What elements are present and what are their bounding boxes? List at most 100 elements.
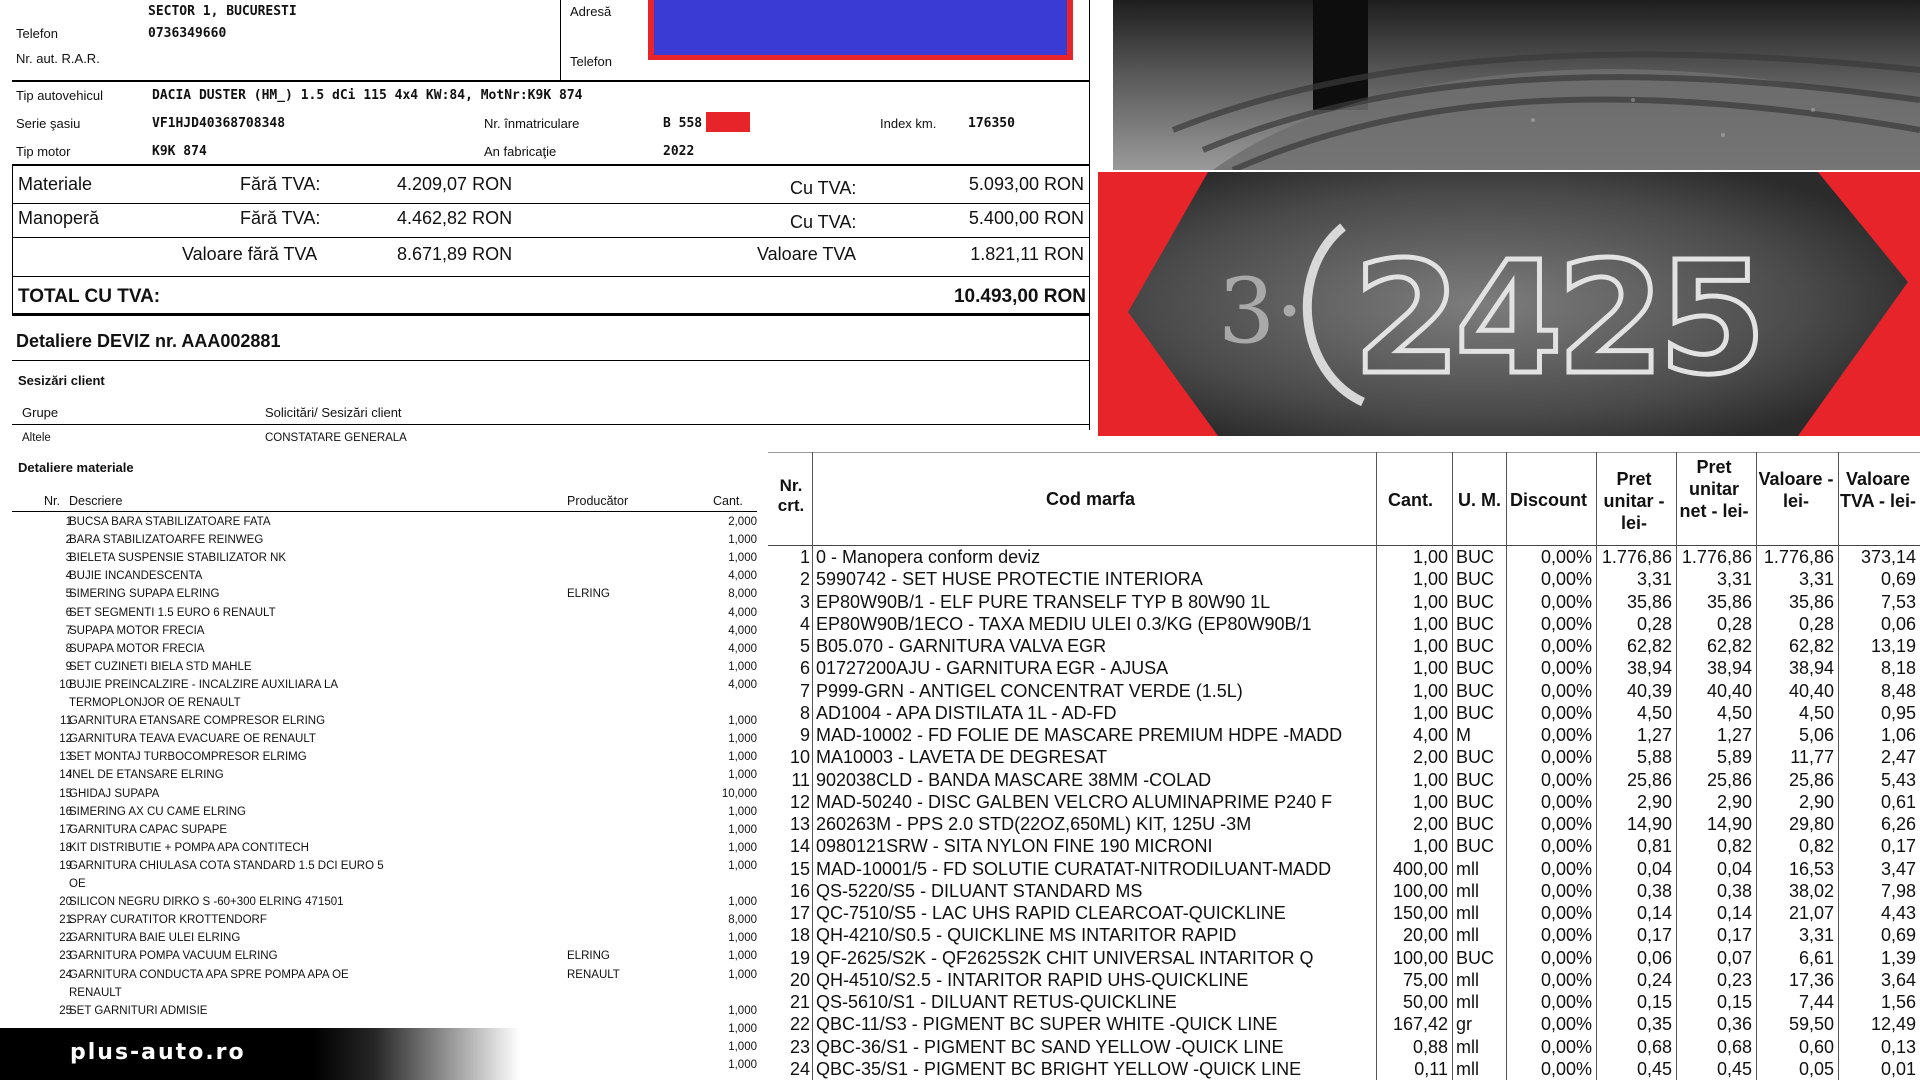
invoice-row-unit-price: 5,88 [1636,747,1672,768]
materials-row-qty: 1,000 [728,950,757,963]
invoice-row-discount: 0,00% [1540,925,1592,946]
invoice-row-unit-price: 40,39 [1626,680,1672,701]
invoice-row-nr: 5 [799,636,810,656]
materials-row: 11 GARNITURA ETANSARE COMPRESOR ELRING 1,0… [12,715,757,733]
deviz-title: Detaliere DEVIZ nr. AAA002881 [16,331,281,351]
invoice-row-nr: 11 [791,769,810,790]
materials-row: 21 SPRAY CURATITOR KROTTENDORF 8,000 [12,914,757,932]
invoice-row-qty: 150,00 [1392,903,1448,923]
invoice-row: 20 QH-4510/S2.5 - INTARITOR RAPID UHS-QUI… [768,970,1920,992]
materials-row-qty: 1,000 [728,660,757,673]
invoice-row-unit-net: 3,31 [1716,569,1752,590]
materials-row-qty: 4,000 [728,570,757,583]
invoice-row-vat: 0,17 [1880,836,1916,857]
invoice-row-um: BUC [1456,836,1495,857]
materials-row: 2 BARA STABILIZATOARFE REINWEG 1,000 [12,534,757,552]
materials-row-desc: SET SEGMENTI 1.5 EURO 6 RENAULT [69,606,276,619]
invoice-row: 7 P999-GRN - ANTIGEL CONCENTRAT VERDE (1.… [768,681,1920,703]
materials-row-nr: 6 [65,606,72,619]
invoice-row-unit-net: 25,86 [1706,769,1752,790]
materials-row-desc: SUPAPA MOTOR FRECIA [69,642,205,655]
invoice-row-value: 1.776,86 [1763,547,1834,567]
invoice-row-qty: 75,00 [1402,969,1448,990]
invoice-row-unit-net: 62,82 [1706,636,1752,656]
rar-label: Nr. aut. R.A.R. [16,51,100,66]
invoice-row: 16 QS-5220/S5 - DILUANT STANDARD MS 100,00… [768,881,1920,903]
dot-code-icon: 3· 2425 [1098,172,1920,436]
invoice-row-value: 25,86 [1788,769,1834,790]
invoice-row-nr: 18 [789,925,810,946]
summary-labour-row: Manoperă Fără TVA: 4.462,82 RON Cu TVA: … [12,202,1090,236]
invoice-row-vat: 1,06 [1880,725,1916,745]
km-value: 176350 [968,116,1015,131]
materials-row-qty: 10,000 [721,787,757,800]
invoice-row-unit-net: 0,15 [1716,992,1752,1012]
client-phone-label: Telefon [570,54,612,69]
invoice-row-code: QH-4210/S0.5 - QUICKLINE MS INTARITOR RA… [816,925,1237,946]
invoice-row-discount: 0,00% [1540,658,1592,679]
invoice-row-nr: 21 [789,992,810,1012]
invoice-row: 3 EP80W90B/1 - ELF PURE TRANSELF TYP B 80… [768,592,1920,614]
invoice-row-nr: 16 [789,880,810,901]
invoice-row-unit-price: 35,86 [1626,591,1672,612]
invoice-row-vat: 0,06 [1880,613,1916,634]
invoice-row: 10 MA10003 - LAVETA DE DEGRESAT 2,00 BUC 0,0… [768,747,1920,769]
invoice-row-code: QS-5610/S1 - DILUANT RETUS-QUICKLINE [816,992,1177,1012]
invoice-row-value: 0,28 [1798,613,1834,634]
materials-row-desc: BUCSA BARA STABILIZATOARE FATA [69,516,271,528]
invoice-col-code: Cod marfa [1046,489,1136,509]
invoice-row: 23 QBC-36/S1 - PIGMENT BC SAND YELLOW -QU… [768,1037,1920,1059]
dot-code-photo: 3· 2425 [1098,172,1920,436]
invoice-row-um: mll [1456,1058,1479,1079]
invoice-row-unit-net: 0,38 [1716,880,1752,901]
invoice-row-discount: 0,00% [1540,969,1592,990]
materials-row-desc: SPRAY CURATITOR KROTTENDORF [69,914,267,927]
invoice-row-qty: 20,00 [1402,925,1448,946]
invoice-row-unit-net: 2,90 [1716,791,1752,812]
materials-row-nr: 13 [59,751,72,764]
materials-row-qty: 1,000 [728,1004,757,1017]
invoice-row-unit-price: 1.776,86 [1601,547,1672,567]
invoice-row-vat: 2,47 [1880,747,1916,768]
vin-label: Serie şasiu [16,116,81,131]
invoice-row-unit-net: 0,28 [1716,613,1752,634]
invoice-row: 19 QF-2625/S2K - QF2625S2K CHIT UNIVERSAL… [768,948,1920,970]
invoice-row-value: 21,07 [1788,903,1834,923]
materials-row-qty: 1,000 [728,805,757,818]
invoice-row-discount: 0,00% [1540,1014,1592,1035]
materials-row: RENAULT [12,987,757,1005]
labour-no-vat-label: Fără TVA: [240,208,321,228]
materials-row: 5 SIMERING SUPAPA ELRING ELRING 8,000 [12,588,757,606]
vehicle-type-label: Tip autovehicul [16,88,103,103]
brand-logo-text: plus-auto.ro [70,1040,246,1065]
invoice-row-unit-price: 0,68 [1636,1036,1672,1057]
value-no-vat-label: Valoare fără TVA [182,244,318,264]
invoice-row-code: MAD-10001/5 - FD SOLUTIE CURATAT-NITRODI… [816,858,1332,879]
invoice-row-unit-price: 0,17 [1636,925,1672,946]
invoice-row-um: BUC [1456,702,1495,723]
materials-row-nr: 23 [59,950,72,963]
materials-row-desc: INEL DE ETANSARE ELRING [69,769,224,782]
invoice-row-qty: 167,42 [1392,1014,1448,1035]
invoice-row-vat: 8,48 [1880,680,1916,701]
materials-row-desc: SUPAPA MOTOR FRECIA [69,624,205,637]
materials-row-desc: BARA STABILIZATOARFE REINWEG [69,534,264,547]
invoice-row-nr: 22 [789,1014,810,1035]
invoice-row-vat: 13,19 [1870,636,1916,656]
invoice-row-value: 3,31 [1798,569,1834,590]
invoice-row-code: 5990742 - SET HUSE PROTECTIE INTERIORA [816,569,1203,590]
materials-row-qty: 1,000 [728,715,757,728]
invoice-row-discount: 0,00% [1540,613,1592,634]
invoice-row-value: 35,86 [1788,591,1834,612]
materials-row-qty: 1,000 [728,1022,757,1035]
invoice-row-um: BUC [1456,613,1495,634]
invoice-row-vat: 7,98 [1880,880,1916,901]
invoice-row-discount: 0,00% [1540,769,1592,790]
invoice-row-unit-price: 0,04 [1636,858,1672,879]
summary-materials-row: Materiale Fără TVA: 4.209,07 RON Cu TVA:… [12,168,1090,202]
invoice-row: 12 MAD-50240 - DISC GALBEN VELCRO ALUMINA… [768,792,1920,814]
invoice-col-qty: Cant. [1388,490,1433,510]
labour-label: Manoperă [18,208,100,228]
invoice-row-value: 62,82 [1788,636,1834,656]
invoice-row-discount: 0,00% [1540,680,1592,701]
